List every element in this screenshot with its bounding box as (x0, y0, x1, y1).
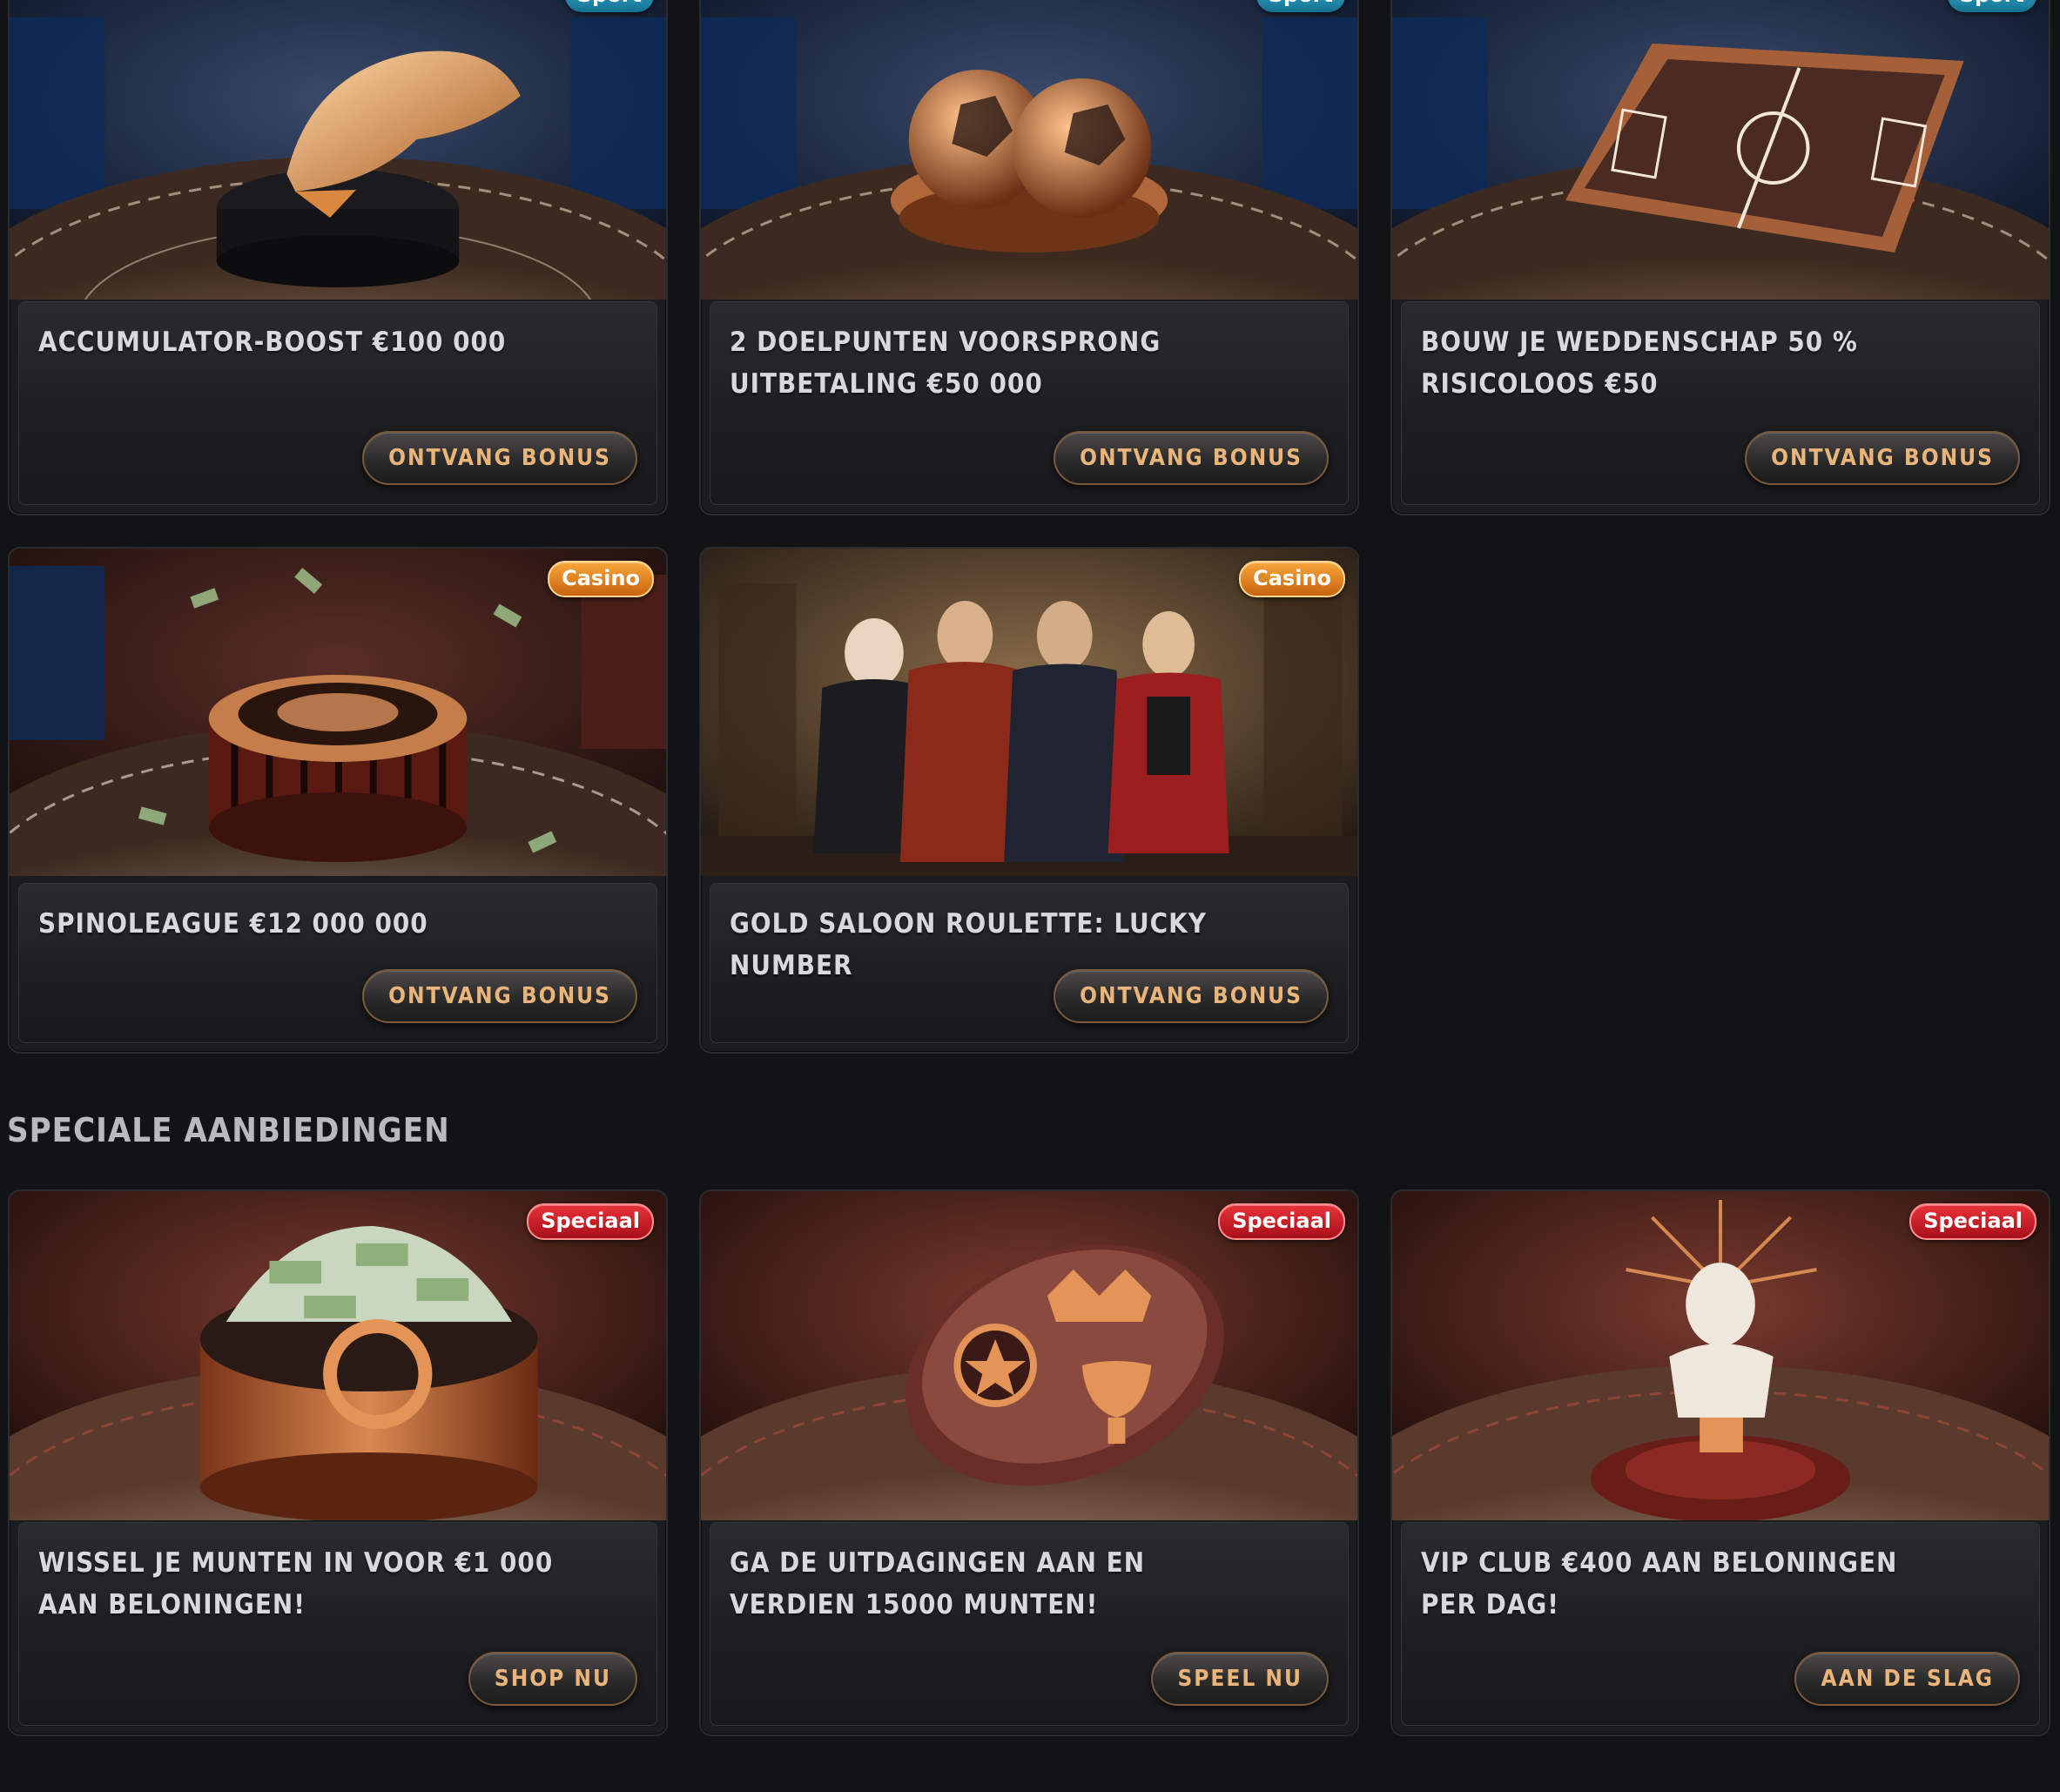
claim-bonus-button[interactable]: Ontvang bonus (1054, 969, 1329, 1023)
offer-title: Ga de uitdagingen aan en verdien 15000 m… (730, 1547, 1146, 1620)
category-badge: Speciaal (1909, 1203, 2036, 1240)
special-card-challenges[interactable]: Speciaal Ga de uitdagingen aan en verdie… (699, 1189, 1359, 1736)
promo-title: Accumulator-boost €100 000 (38, 327, 507, 358)
special-offers-row: Speciaal Wissel je munten in voor €1 000… (8, 1189, 2050, 1736)
tactics-board-image (1392, 0, 2049, 300)
four-characters-saloon-image (701, 549, 1357, 876)
shop-now-button[interactable]: Shop nu (468, 1652, 637, 1706)
offer-info-panel: VIP Club €400 aan beloningen per dag! Aa… (1401, 1522, 2040, 1726)
offer-title: VIP Club €400 aan beloningen per dag! (1421, 1547, 1898, 1620)
special-card-vip-club[interactable]: Speciaal VIP Club €400 aan beloningen pe… (1390, 1189, 2050, 1736)
promo-title: 2 doelpunten voorsprong uitbetaling €50 … (730, 327, 1161, 400)
promo-title: SpinoLeague €12 000 000 (38, 908, 428, 940)
promo-card-accumulator[interactable]: Sport Accumulator-boost €100 000 Ontvang… (8, 0, 668, 515)
vip-bust-statue-image (1392, 1191, 2049, 1520)
promo-title: Bouw je weddenschap 50 % risicoloos €50 (1421, 327, 1858, 400)
promo-card-spinoleague[interactable]: Casino SpinoLeague €12 000 000 Ontvang b… (8, 547, 668, 1054)
promo-info-panel: Bouw je weddenschap 50 % risicoloos €50 … (1401, 301, 2040, 505)
offer-title: Wissel je munten in voor €1 000 aan belo… (38, 1547, 554, 1620)
special-offers-heading: Speciale aanbiedingen (7, 1111, 450, 1149)
category-badge: Sport (1947, 0, 2036, 12)
offer-info-panel: Wissel je munten in voor €1 000 aan belo… (18, 1522, 657, 1726)
promo-card-gold-saloon[interactable]: Casino Gold Saloon Roulette: Lucky Numbe… (699, 547, 1359, 1054)
offer-info-panel: Ga de uitdagingen aan en verdien 15000 m… (710, 1522, 1349, 1726)
sport-promotions-row: Sport Accumulator-boost €100 000 Ontvang… (8, 0, 2050, 515)
category-badge: Speciaal (1218, 1203, 1345, 1240)
category-badge: Sport (1256, 0, 1345, 12)
roulette-wheel-money-image (10, 549, 666, 876)
category-badge: Sport (564, 0, 654, 12)
claim-bonus-button[interactable]: Ontvang bonus (1054, 431, 1329, 485)
claim-bonus-button[interactable]: Ontvang bonus (362, 431, 637, 485)
badges-crown-trophy-image (701, 1191, 1357, 1520)
promo-card-goal-lead[interactable]: Sport 2 doelpunten voorsprong uitbetalin… (699, 0, 1359, 515)
claim-bonus-button[interactable]: Ontvang bonus (1745, 431, 2020, 485)
get-started-button[interactable]: Aan de slag (1794, 1652, 2020, 1706)
category-badge: Speciaal (527, 1203, 654, 1240)
play-now-button[interactable]: Speel nu (1151, 1652, 1329, 1706)
promo-info-panel: Accumulator-boost €100 000 Ontvang bonus (18, 301, 657, 505)
claim-bonus-button[interactable]: Ontvang bonus (362, 969, 637, 1023)
promo-info-panel: Gold Saloon Roulette: Lucky Number Ontva… (710, 883, 1349, 1043)
casino-promotions-row: Casino SpinoLeague €12 000 000 Ontvang b… (8, 547, 2050, 1054)
golden-boot-trophy-image (10, 0, 666, 300)
promotions-page: Sport Accumulator-boost €100 000 Ontvang… (0, 0, 2060, 1792)
copper-football-bowl-image (701, 0, 1357, 300)
category-badge: Casino (1239, 561, 1345, 597)
money-stack-exchange-image (10, 1191, 666, 1520)
category-badge: Casino (548, 561, 654, 597)
promo-card-bet-builder[interactable]: Sport Bouw je weddenschap 50 % risicoloo… (1390, 0, 2050, 515)
promo-info-panel: SpinoLeague €12 000 000 Ontvang bonus (18, 883, 657, 1043)
promo-info-panel: 2 doelpunten voorsprong uitbetaling €50 … (710, 301, 1349, 505)
special-card-coin-shop[interactable]: Speciaal Wissel je munten in voor €1 000… (8, 1189, 668, 1736)
